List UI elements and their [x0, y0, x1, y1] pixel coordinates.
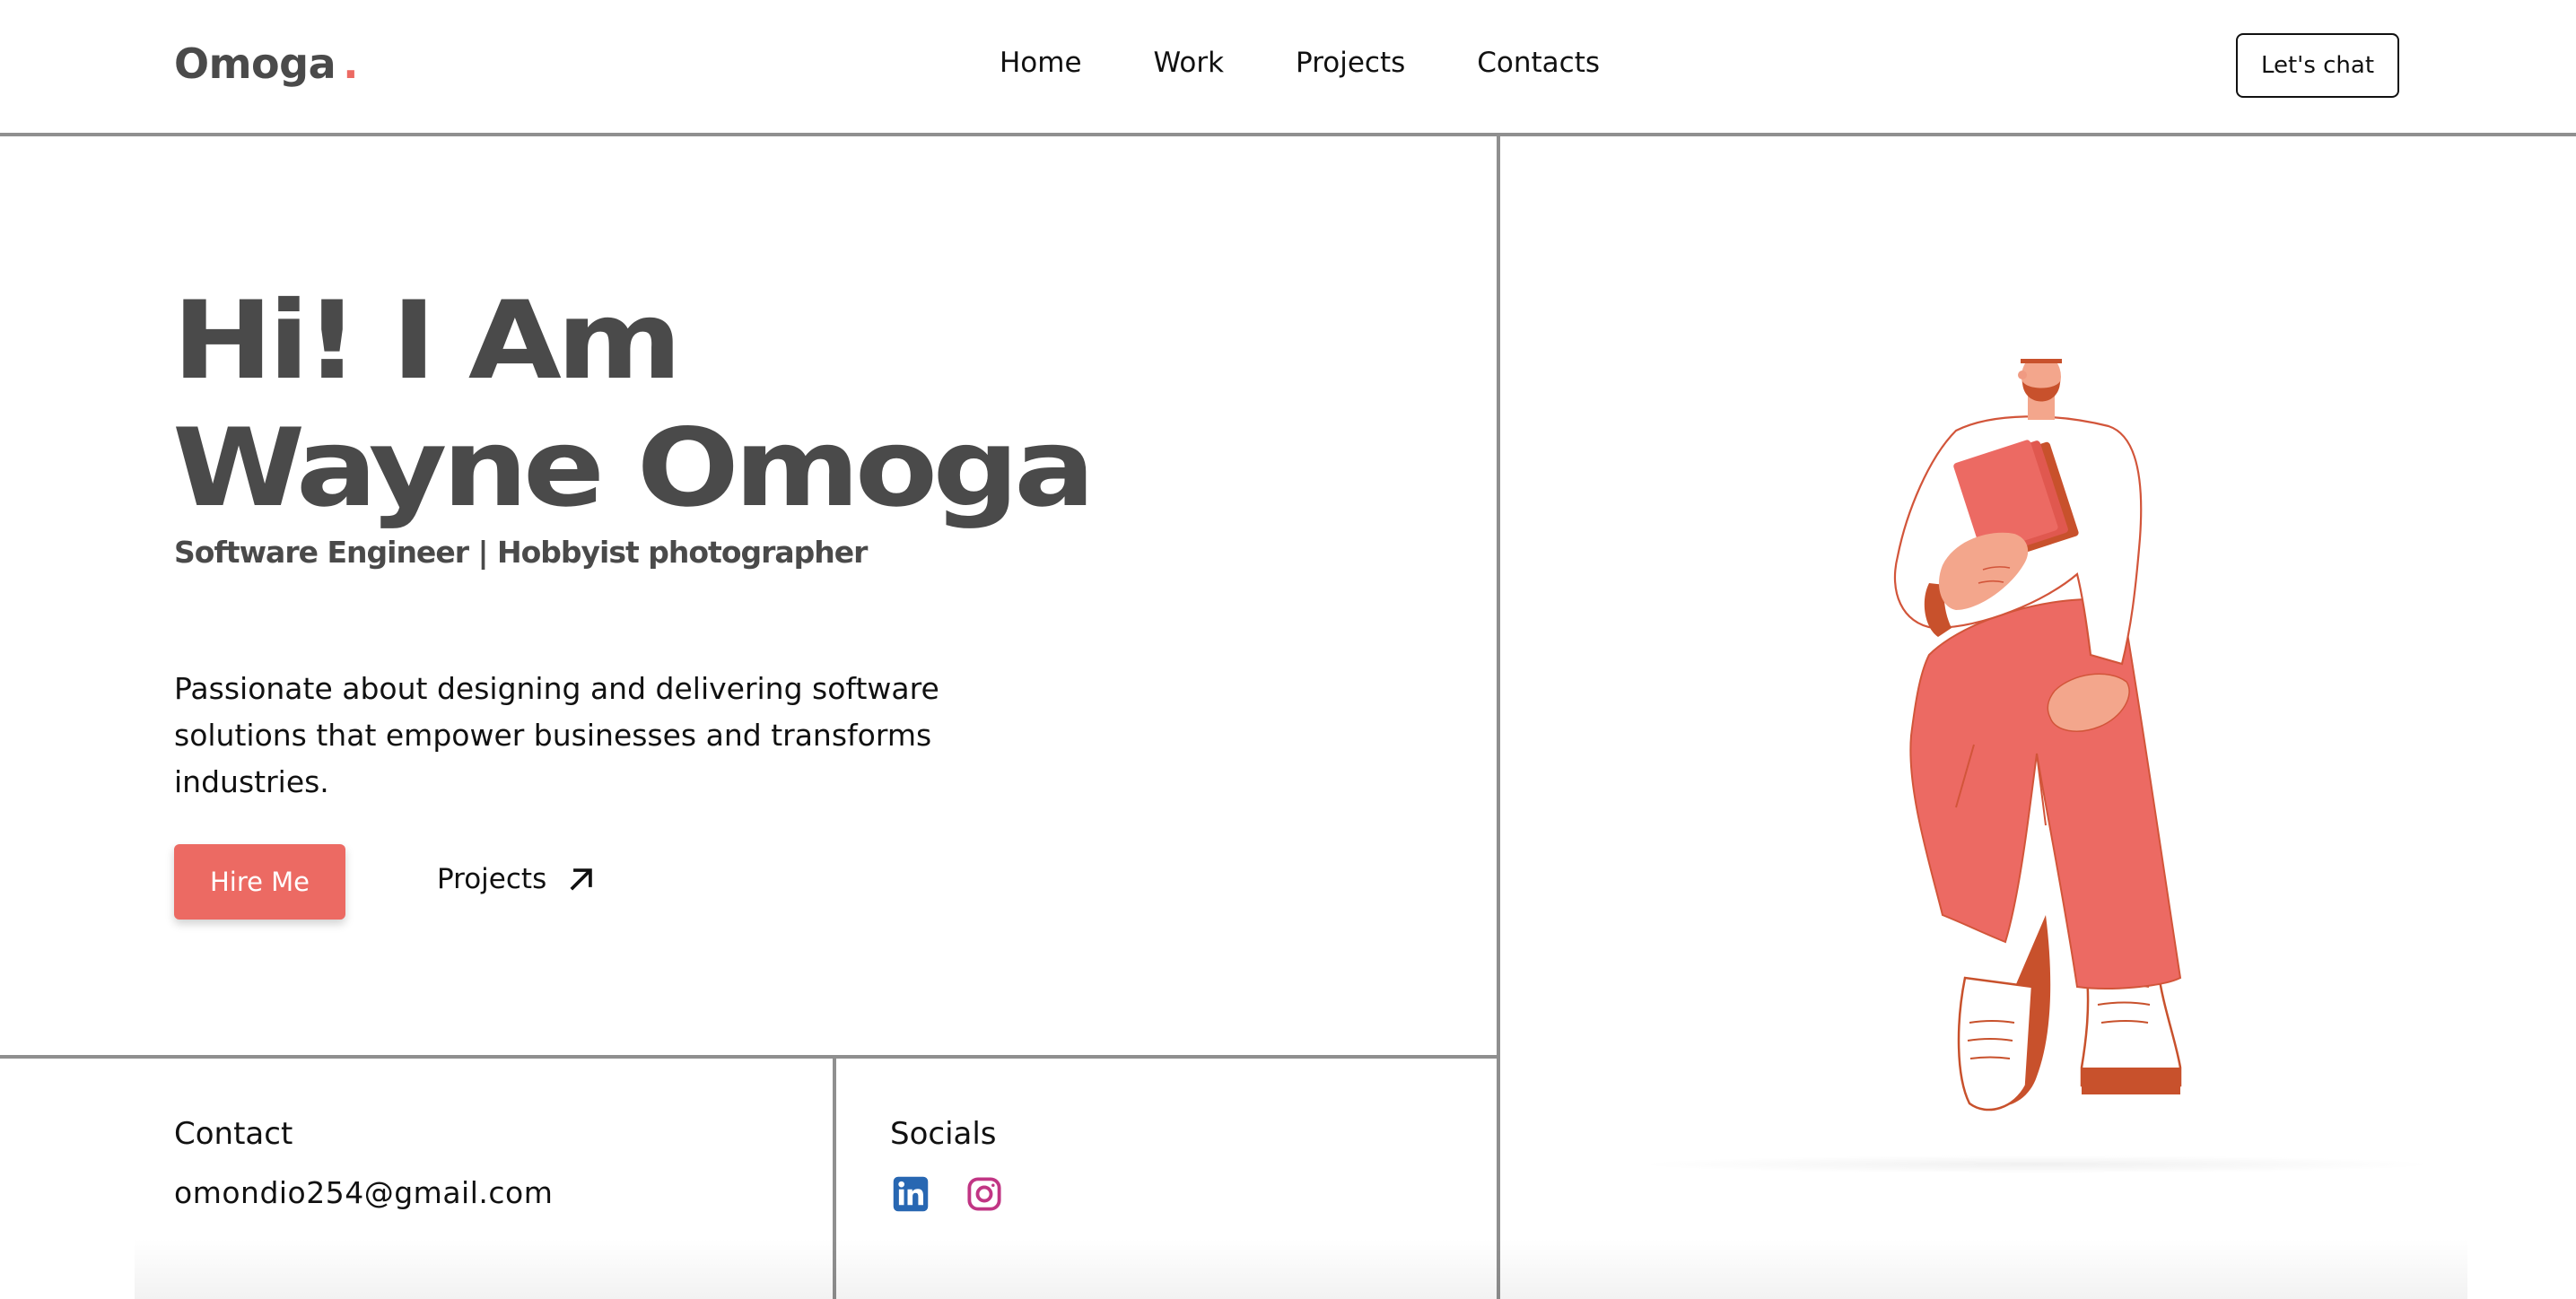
nav-projects[interactable]: Projects: [1296, 47, 1405, 79]
logo-text: Omoga: [174, 39, 336, 88]
projects-link-label: Projects: [437, 863, 547, 895]
contact-email[interactable]: omondio254@gmail.com: [174, 1175, 553, 1210]
hero-title-line2: Wayne Omoga: [172, 406, 1096, 531]
projects-link[interactable]: Projects: [437, 863, 597, 895]
social-icons: [892, 1175, 1003, 1213]
hire-me-button[interactable]: Hire Me: [174, 844, 345, 920]
vertical-divider: [1497, 136, 1500, 1299]
logo-dot: .: [343, 39, 359, 88]
hero-title-line1: Hi! I Am: [172, 279, 682, 404]
nav-work[interactable]: Work: [1154, 47, 1225, 79]
hero-description-line1: Passionate about designing and deliverin…: [174, 671, 939, 706]
contact-title: Contact: [174, 1116, 293, 1152]
main-nav: Home Work Projects Contacts: [1000, 47, 1672, 79]
lets-chat-button[interactable]: Let's chat: [2236, 33, 2399, 98]
contact-socials-divider: [833, 1057, 836, 1299]
site-header: Omoga. Home Work Projects Contacts Let's…: [0, 0, 2576, 136]
bottom-shadow: [135, 1238, 2467, 1299]
linkedin-icon[interactable]: [892, 1175, 930, 1213]
nav-contacts[interactable]: Contacts: [1477, 47, 1600, 79]
hero-description: Passionate about designing and deliverin…: [174, 666, 1035, 806]
person-illustration: [1893, 359, 2182, 1112]
horizontal-divider: [0, 1055, 1498, 1059]
hero-description-line2: solutions that empower businesses and tr…: [174, 718, 932, 799]
socials-title: Socials: [890, 1116, 997, 1152]
arrow-up-right-icon: [570, 868, 592, 891]
hero-title: Hi! I Am Wayne Omoga: [172, 278, 1096, 533]
instagram-icon[interactable]: [965, 1175, 1003, 1213]
logo[interactable]: Omoga.: [174, 39, 359, 88]
nav-home[interactable]: Home: [1000, 47, 1082, 79]
hero-subtitle: Software Engineer | Hobbyist photographe…: [174, 535, 868, 570]
